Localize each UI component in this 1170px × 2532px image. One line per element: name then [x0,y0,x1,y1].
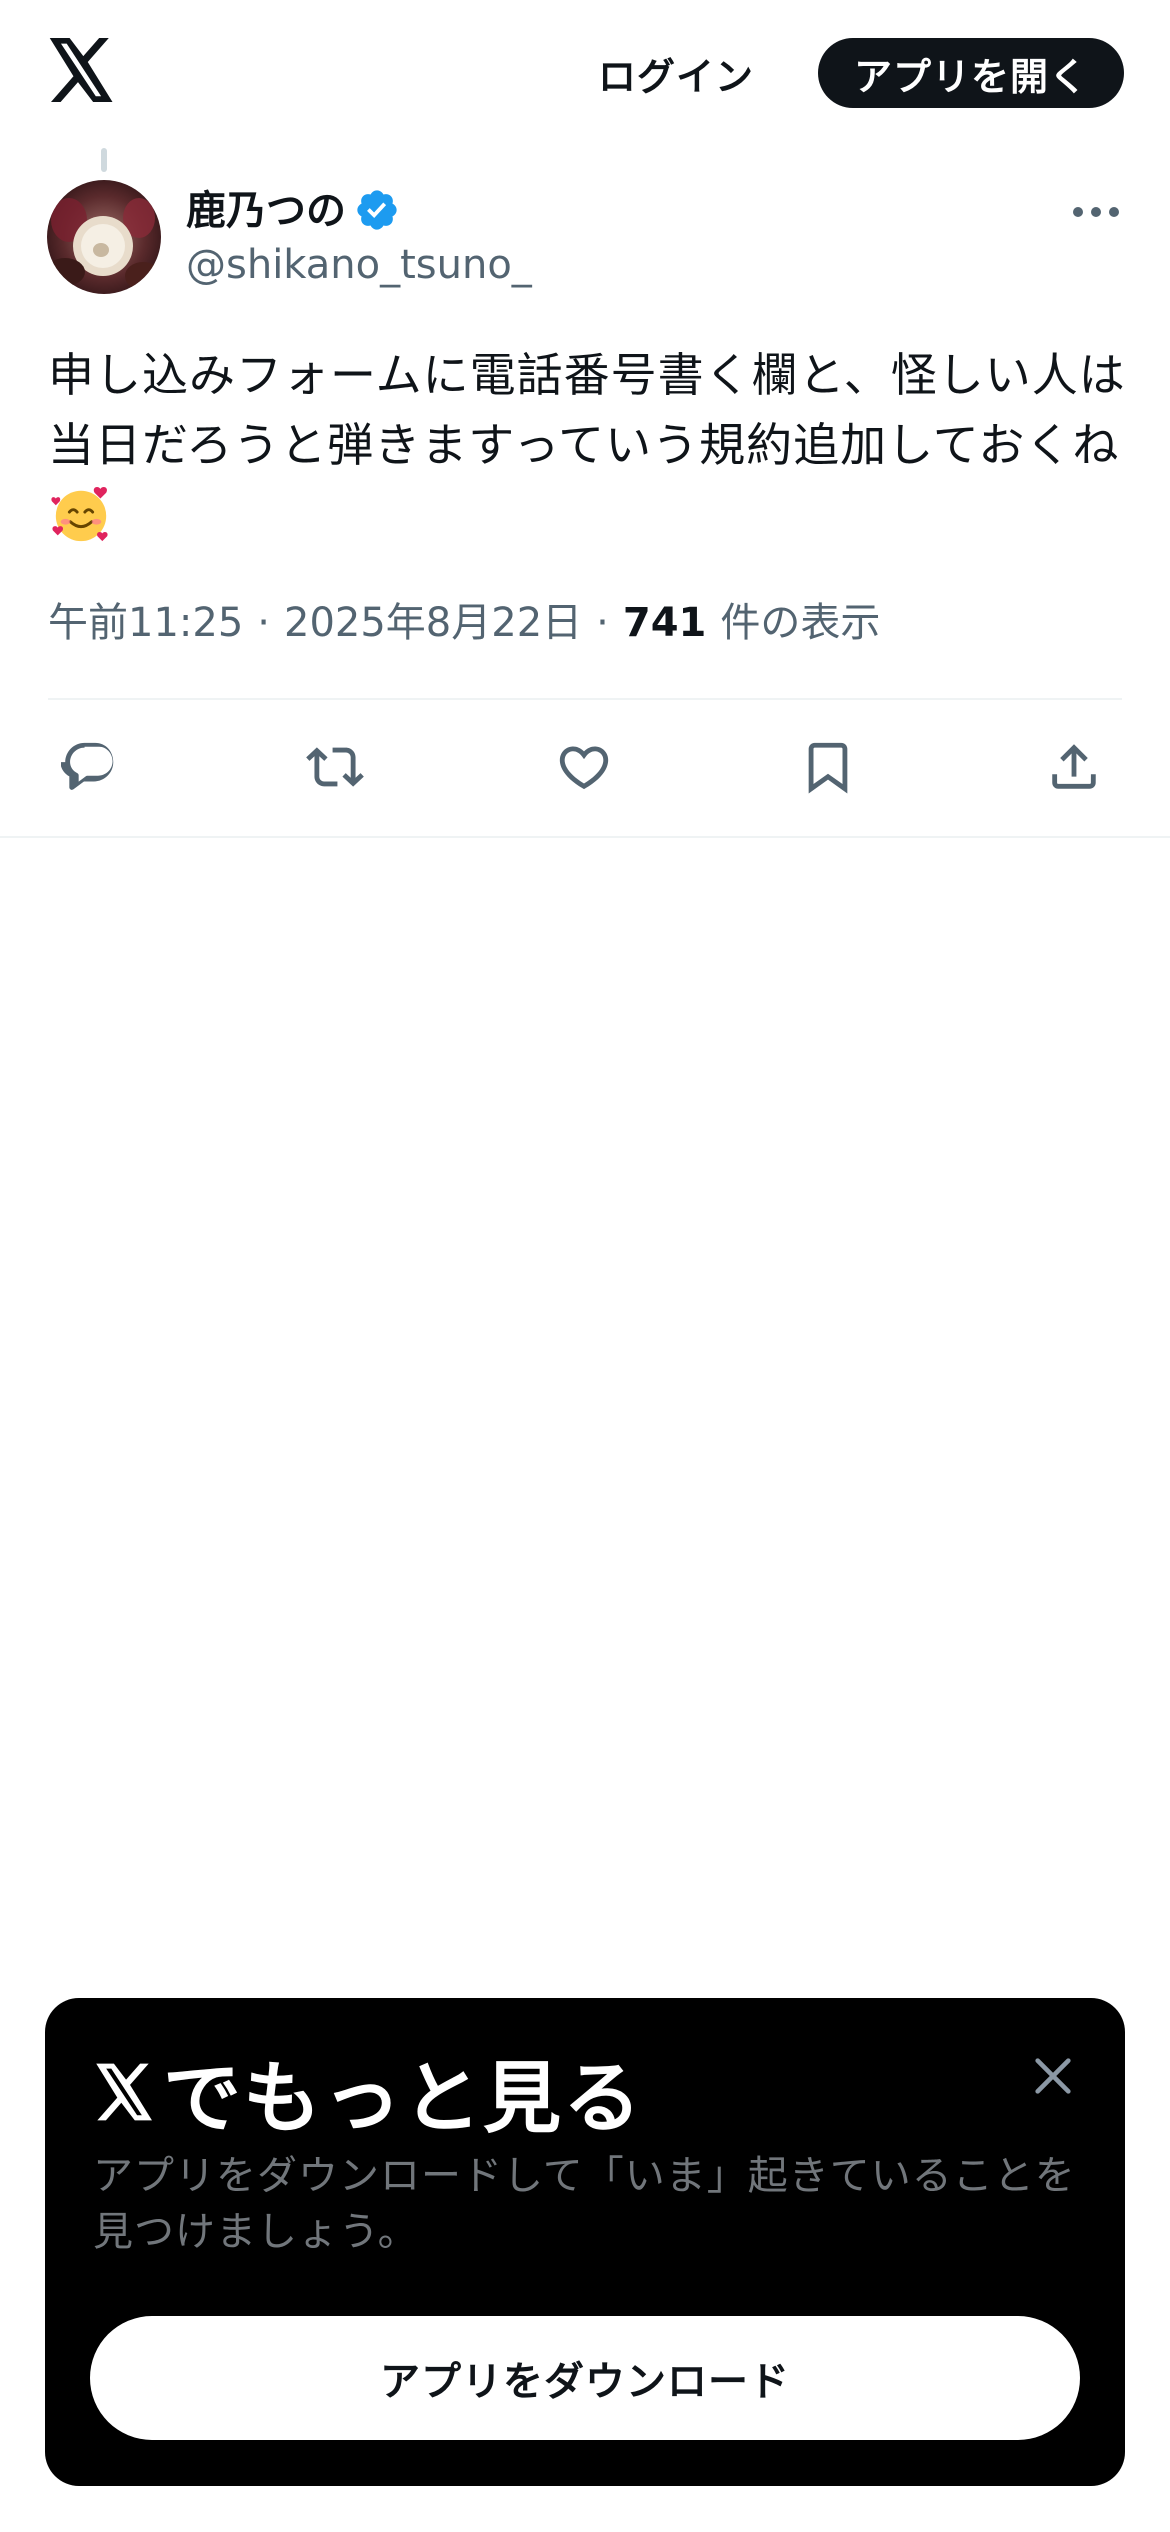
download-app-button[interactable]: アプリをダウンロード [90,2316,1080,2440]
tweet-meta: 午前11:25 · 2025年8月22日 · 741 件の表示 [48,590,880,648]
reply-icon [61,742,114,790]
reply-button[interactable] [58,735,122,799]
tweet-date[interactable]: 2025年8月22日 [284,590,582,648]
like-icon [559,746,609,790]
tweet-page: ログイン アプリを開く 鹿乃つの @shikano_tsuno_ 申し込みフォー… [0,0,1170,2532]
top-bar: ログイン アプリを開く [0,0,1170,145]
divider [0,836,1170,838]
promo-title-text: でもっと見る [163,2054,644,2144]
promo-title: でもっと見る [93,2036,643,2148]
meta-separator: · [596,600,609,646]
share-icon [1052,744,1096,789]
like-button[interactable] [552,735,616,799]
avatar[interactable] [47,180,161,294]
tweet-text-content: 申し込みフォームに電話番号書く欄と、怪しい人は当日だろうと弾きますっていう規約追… [48,348,1126,472]
author-name-row[interactable]: 鹿乃つの [186,178,400,236]
open-app-button[interactable]: アプリを開く [818,38,1124,108]
retweet-icon [306,747,364,787]
smiling-face-with-hearts-emoji-icon [51,487,108,542]
view-count: 741 [622,600,707,646]
divider [48,698,1122,700]
avatar-image [47,180,161,294]
meta-separator: · [257,600,270,646]
share-button[interactable] [1042,735,1106,799]
tweet-time[interactable]: 午前11:25 [48,590,243,648]
bookmark-icon [808,742,848,794]
x-logo-icon [96,2063,152,2121]
close-icon[interactable] [1030,2053,1076,2099]
app-promo-sheet: でもっと見る アプリをダウンロードして「いま」起きていることを見つけましょう。 … [45,1998,1125,2486]
thread-connector-line [101,148,107,172]
promo-description: アプリをダウンロードして「いま」起きていることを見つけましょう。 [93,2153,1076,2255]
tweet-text: 申し込みフォームに電話番号書く欄と、怪しい人は当日だろうと弾きますっていう規約追… [48,340,1128,550]
author-handle[interactable]: @shikano_tsuno_ [186,242,532,288]
display-name[interactable]: 鹿乃つの [186,178,346,236]
retweet-button[interactable] [303,735,367,799]
bookmark-button[interactable] [796,735,860,799]
login-link[interactable]: ログイン [598,46,754,101]
x-logo-icon[interactable] [46,38,116,102]
verified-badge-icon [357,190,397,230]
more-options-icon[interactable] [1070,196,1122,228]
view-label: 件の表示 [720,600,881,646]
